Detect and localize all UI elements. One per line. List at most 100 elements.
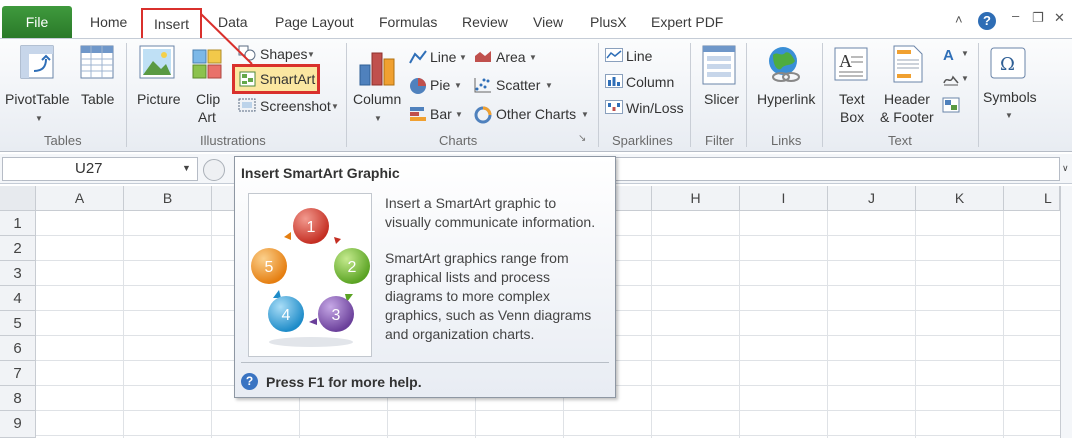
tab-page-layout[interactable]: Page Layout [275, 14, 354, 30]
row-header[interactable]: 7 [0, 361, 36, 386]
name-box[interactable]: U27 [2, 157, 198, 181]
area-dropdown-icon[interactable]: ▼ [529, 53, 537, 62]
clip-art-icon [192, 49, 222, 79]
row-header[interactable]: 1 [0, 211, 36, 236]
tab-insert[interactable]: Insert [141, 8, 202, 41]
tab-home[interactable]: Home [90, 14, 127, 30]
column-chart-button[interactable]: Column [353, 91, 401, 107]
group-divider [690, 43, 691, 147]
bar-chart-icon [410, 107, 426, 121]
tab-expert-pdf[interactable]: Expert PDF [651, 14, 723, 30]
clip-art-button[interactable]: Clip [196, 91, 220, 107]
help-icon: ? [241, 373, 258, 390]
column-header[interactable]: I [740, 186, 828, 211]
table-button[interactable]: Table [81, 91, 114, 107]
symbols-icon: Ω [990, 47, 1026, 79]
sparkline-winloss-button[interactable]: Win/Loss [626, 100, 684, 116]
help-icon[interactable]: ? [978, 12, 996, 30]
row-header[interactable]: 3 [0, 261, 36, 286]
row-header[interactable]: 8 [0, 386, 36, 411]
area-chart-button[interactable]: Area [496, 49, 526, 65]
text-box-button-line2[interactable]: Box [840, 109, 864, 125]
column-header[interactable]: B [124, 186, 212, 211]
tab-view[interactable]: View [533, 14, 563, 30]
symbols-dropdown-icon[interactable]: ▼ [1005, 111, 1013, 120]
smartart-button[interactable]: SmartArt [260, 71, 315, 87]
shapes-button[interactable]: Shapes [260, 46, 307, 62]
text-box-button[interactable]: Text [839, 91, 865, 107]
formula-input[interactable] [612, 157, 1060, 181]
shapes-dropdown-icon[interactable]: ▼ [307, 50, 315, 59]
column-dropdown-icon[interactable]: ▼ [374, 114, 382, 123]
sparkline-column-button[interactable]: Column [626, 74, 674, 90]
tab-review[interactable]: Review [462, 14, 508, 30]
tooltip-help-text: Press F1 for more help. [266, 374, 422, 390]
tab-plusx[interactable]: PlusX [590, 14, 627, 30]
screenshot-dropdown-icon[interactable]: ▼ [331, 102, 339, 111]
ribbon-tab-bar: File Home Insert Data Page Layout Formul… [0, 0, 1072, 41]
other-charts-dropdown-icon[interactable]: ▼ [581, 110, 589, 119]
other-charts-button[interactable]: Other Charts [496, 106, 576, 122]
tab-file[interactable]: File [2, 6, 72, 38]
pivottable-dropdown-icon[interactable]: ▼ [35, 114, 43, 123]
line-chart-button[interactable]: Line [430, 49, 456, 65]
charts-dialog-launcher-icon[interactable]: ↘ [578, 133, 586, 144]
area-chart-icon [475, 51, 491, 62]
clip-art-button-line2[interactable]: Art [198, 109, 216, 125]
picture-button[interactable]: Picture [137, 91, 181, 107]
row-header[interactable]: 2 [0, 236, 36, 261]
column-header[interactable]: K [916, 186, 1004, 211]
smartart-preview-image: 1 2 3 4 5 [248, 193, 372, 357]
column-header[interactable]: H [652, 186, 740, 211]
pie-dropdown-icon[interactable]: ▼ [454, 81, 462, 90]
header-footer-button[interactable]: Header [884, 91, 930, 107]
smartart-cycle-graphic: 1 2 3 4 5 [251, 208, 370, 347]
text-box-icon: A [834, 47, 868, 81]
vertical-scrollbar[interactable] [1060, 186, 1072, 438]
line-dropdown-icon[interactable]: ▼ [459, 53, 467, 62]
pivottable-button[interactable]: PivotTable [5, 91, 70, 107]
scatter-chart-button[interactable]: Scatter [496, 77, 540, 93]
screenshot-button[interactable]: Screenshot [260, 98, 331, 114]
wordart-dropdown-icon[interactable]: ▼ [961, 49, 969, 58]
tooltip-divider [241, 362, 609, 363]
pie-chart-button[interactable]: Pie [430, 77, 450, 93]
row-header[interactable]: 6 [0, 336, 36, 361]
tab-formulas[interactable]: Formulas [379, 14, 437, 30]
name-box-dropdown-icon[interactable]: ▼ [182, 163, 191, 173]
sparkline-line-button[interactable]: Line [626, 48, 652, 64]
row-header[interactable]: 4 [0, 286, 36, 311]
object-icon [942, 97, 960, 113]
column-header[interactable]: J [828, 186, 916, 211]
picture-icon [139, 45, 175, 79]
tab-data[interactable]: Data [218, 14, 248, 30]
column-header[interactable]: A [36, 186, 124, 211]
sparkline-column-icon [605, 74, 623, 88]
tooltip-title: Insert SmartArt Graphic [241, 165, 400, 181]
tooltip-description-line: graphics, such as Venn diagrams [385, 307, 592, 323]
cycle-node-label: 1 [307, 219, 316, 236]
row-header[interactable]: 5 [0, 311, 36, 336]
symbols-button[interactable]: Symbols [983, 89, 1037, 105]
group-divider [126, 43, 127, 147]
gridline [123, 211, 124, 438]
hyperlink-button[interactable]: Hyperlink [757, 91, 815, 107]
tooltip-description-line: Insert a SmartArt graphic to [385, 195, 557, 211]
formula-circle-icon[interactable] [203, 159, 225, 181]
close-icon[interactable]: ✕ [1054, 10, 1065, 26]
minimize-icon[interactable]: – [1012, 8, 1019, 23]
column-chart-icon [359, 52, 395, 86]
restore-icon[interactable]: ❐ [1032, 10, 1044, 26]
row-header[interactable]: 9 [0, 411, 36, 438]
column-header[interactable]: L [1004, 186, 1060, 211]
header-footer-button-line2[interactable]: & Footer [880, 109, 934, 125]
signature-dropdown-icon[interactable]: ▼ [961, 74, 969, 83]
signature-line-icon [943, 75, 959, 86]
slicer-button[interactable]: Slicer [704, 91, 739, 107]
expand-formula-bar-icon[interactable]: ∨ [1062, 163, 1069, 174]
bar-dropdown-icon[interactable]: ▼ [455, 110, 463, 119]
bar-chart-button[interactable]: Bar [430, 106, 452, 122]
collapse-ribbon-icon[interactable]: ˄ [955, 12, 963, 27]
scatter-dropdown-icon[interactable]: ▼ [545, 81, 553, 90]
select-all-corner[interactable] [0, 186, 36, 211]
